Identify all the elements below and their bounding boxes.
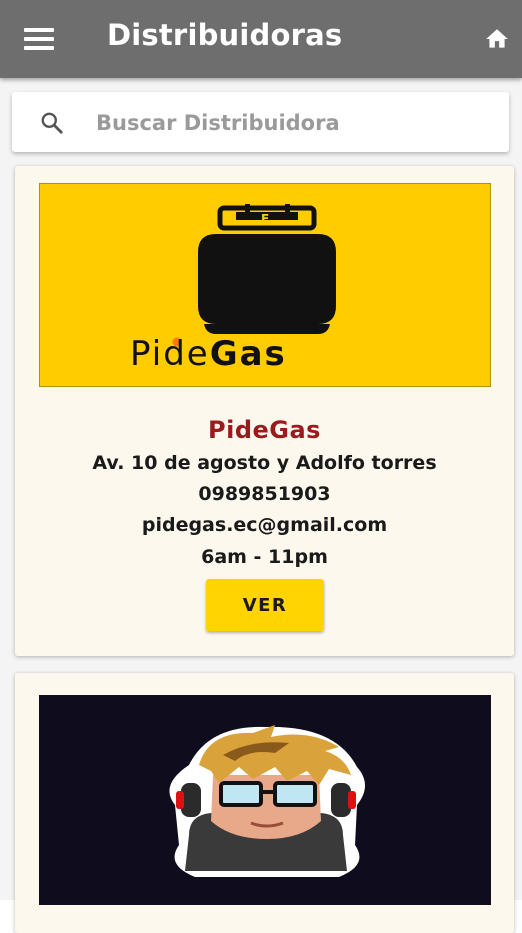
distributor-card: F PideGas PideGas Av. 10 de agosto y Ado… xyxy=(15,166,514,656)
main-content: F PideGas PideGas Av. 10 de agosto y Ado… xyxy=(0,78,522,933)
gas-cylinder-icon: F xyxy=(198,204,336,334)
svg-text:PideGas: PideGas xyxy=(130,334,287,374)
search-input[interactable] xyxy=(94,102,488,144)
page-title: Distribuidoras xyxy=(107,18,343,52)
search-icon xyxy=(39,110,65,136)
distributor-email: pidegas.ec@gmail.com xyxy=(141,514,388,536)
gamer-avatar-icon xyxy=(169,725,365,877)
distributor-hours: 6am - 11pm xyxy=(201,546,328,568)
distributor-name: PideGas xyxy=(208,416,321,444)
app-bar: Distribuidoras xyxy=(0,0,522,78)
distributor-address: Av. 10 de agosto y Adolfo torres xyxy=(92,452,437,474)
hamburger-menu-icon[interactable] xyxy=(24,24,58,54)
distributor-card xyxy=(15,673,514,933)
distributor-logo-image xyxy=(39,695,491,905)
distributor-phone: 0989851903 xyxy=(198,483,331,505)
search-bar xyxy=(12,92,509,152)
ver-button[interactable]: VER xyxy=(206,579,324,631)
home-icon[interactable] xyxy=(484,26,510,52)
svg-text:F: F xyxy=(261,212,269,226)
distributor-logo-image: F PideGas xyxy=(39,183,491,387)
